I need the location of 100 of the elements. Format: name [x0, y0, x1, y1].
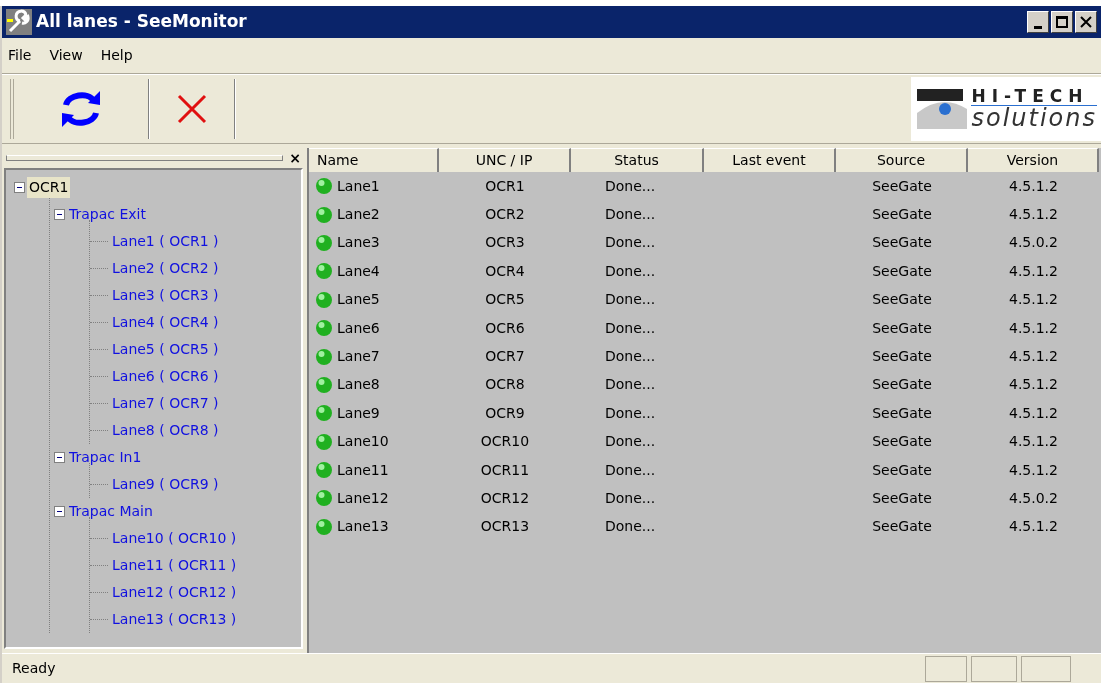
tree-item[interactable]: Lane13 ( OCR13 ) [110, 609, 239, 630]
tree-item[interactable]: OCR1 [27, 177, 71, 198]
table-cell-text: SeeGate [872, 403, 932, 423]
collapse-icon[interactable] [54, 506, 65, 517]
table-cell-text: OCR8 [485, 375, 525, 395]
table-cell-text: OCR12 [480, 489, 530, 508]
status-dot-icon [315, 290, 333, 309]
table-cell-text: OCR10 [480, 432, 530, 452]
column-header[interactable]: UNC / IP [439, 148, 571, 172]
table-cell-text: OCR13 [480, 517, 530, 537]
close-panel-button[interactable]: × [289, 151, 301, 165]
tree-item[interactable]: Lane5 ( OCR5 ) [110, 339, 221, 360]
table-cell-text: Done... [605, 403, 656, 423]
status-dot-icon [315, 319, 333, 338]
table-cell-text: 4.5.0.2 [1009, 233, 1058, 253]
column-header[interactable]: Name [309, 148, 439, 172]
table-cell-text: 4.5.1.2 [1009, 460, 1058, 480]
minimize-icon[interactable] [1027, 11, 1049, 33]
table-cell-text: OCR1 [485, 176, 525, 196]
status-dot-icon [315, 177, 333, 196]
table-cell-text: Lane10 [337, 432, 389, 452]
table-cell-text: Lane6 [337, 318, 380, 338]
table-cell-text: SeeGate [872, 489, 932, 508]
logo-text: solutions [971, 106, 1097, 130]
table-cell-text: Lane2 [337, 205, 380, 225]
status-dot-icon [315, 517, 333, 536]
wrench-icon [6, 9, 32, 35]
collapse-icon[interactable] [54, 209, 65, 220]
table-cell-text: SeeGate [872, 517, 932, 537]
tree-item[interactable]: Lane2 ( OCR2 ) [110, 258, 221, 279]
status-panel [971, 655, 1017, 682]
column-header[interactable]: Status [571, 148, 704, 172]
status-panel [1021, 655, 1071, 682]
table-cell-text: OCR4 [485, 261, 525, 281]
menu-item[interactable]: View [47, 45, 85, 66]
table-cell-text: 4.5.1.2 [1009, 375, 1058, 395]
tree-item[interactable]: Lane7 ( OCR7 ) [110, 393, 221, 414]
column-header[interactable]: Last event [704, 148, 836, 172]
table-cell-text: 4.5.0.2 [1009, 489, 1058, 508]
table-cell-text: Done... [605, 318, 656, 338]
table-cell-text: Done... [605, 261, 656, 281]
window-title: All lanes - SeeMonitor [36, 10, 247, 34]
status-dot-icon [315, 489, 333, 508]
table-cell-text: Lane9 [337, 403, 380, 423]
table-cell-text: SeeGate [872, 290, 932, 310]
tree-item[interactable]: Trapac Exit [67, 204, 148, 225]
maximize-icon[interactable] [1051, 11, 1073, 33]
status-text: Ready [12, 659, 56, 678]
table-cell-text: Done... [605, 460, 656, 480]
table-cell-text: SeeGate [872, 347, 932, 367]
tree-item[interactable]: Lane9 ( OCR9 ) [110, 474, 221, 495]
table-cell-text: Done... [605, 489, 656, 508]
status-dot-icon [315, 205, 333, 224]
table-cell-text: OCR5 [485, 290, 525, 310]
tree-item[interactable]: Lane3 ( OCR3 ) [110, 285, 221, 306]
tree-item[interactable]: Lane12 ( OCR12 ) [110, 582, 239, 603]
table-cell-text: SeeGate [872, 233, 932, 253]
table-cell-text: Lane13 [337, 517, 389, 537]
table-cell-text: SeeGate [872, 318, 932, 338]
close-icon [176, 93, 208, 125]
table-cell-text: OCR3 [485, 233, 525, 253]
tree-item[interactable]: Lane4 ( OCR4 ) [110, 312, 221, 333]
tree-item[interactable]: Trapac In1 [67, 447, 144, 468]
menu-item[interactable]: Help [98, 45, 135, 66]
table-cell-text: Lane1 [337, 176, 380, 196]
collapse-icon[interactable] [14, 182, 25, 193]
table-cell-text: OCR6 [485, 318, 525, 338]
table-cell-text: Lane7 [337, 347, 380, 367]
table-cell-text: Lane12 [337, 489, 389, 508]
table-cell-text: SeeGate [872, 432, 932, 452]
table-cell-text: SeeGate [872, 205, 932, 225]
table-cell-text: Done... [605, 375, 656, 395]
table-cell-text: Done... [605, 517, 656, 537]
table-cell-text: OCR11 [480, 460, 530, 480]
tree-item[interactable]: Lane1 ( OCR1 ) [110, 231, 221, 252]
table-cell-text: Done... [605, 233, 656, 253]
table-cell-text: Done... [605, 176, 656, 196]
table-cell-text: 4.5.1.2 [1009, 432, 1058, 452]
table-cell-text: SeeGate [872, 261, 932, 281]
collapse-icon[interactable] [54, 452, 65, 463]
close-icon[interactable] [1075, 11, 1097, 33]
table-cell-text: 4.5.1.2 [1009, 403, 1058, 423]
table-cell-text: 4.5.1.2 [1009, 205, 1058, 225]
tree-item[interactable]: Lane8 ( OCR8 ) [110, 420, 221, 441]
status-dot-icon [315, 347, 333, 366]
menu-item[interactable]: File [6, 45, 34, 66]
table-cell-text: 4.5.1.2 [1009, 318, 1058, 338]
table-cell-text: SeeGate [872, 460, 932, 480]
table-cell-text: 4.5.1.2 [1009, 261, 1058, 281]
tree-item[interactable]: Lane10 ( OCR10 ) [110, 528, 239, 549]
tree-item[interactable]: Trapac Main [67, 501, 155, 522]
status-dot-icon [315, 461, 333, 480]
column-header[interactable]: Version [968, 148, 1099, 172]
tree-item[interactable]: Lane6 ( OCR6 ) [110, 366, 221, 387]
table-cell-text: 4.5.1.2 [1009, 517, 1058, 537]
column-header[interactable]: Source [836, 148, 968, 172]
table-cell-text: 4.5.1.2 [1009, 290, 1058, 310]
table-cell-text: OCR2 [485, 205, 525, 225]
table-cell-text: 4.5.1.2 [1009, 176, 1058, 196]
tree-item[interactable]: Lane11 ( OCR11 ) [110, 555, 239, 576]
